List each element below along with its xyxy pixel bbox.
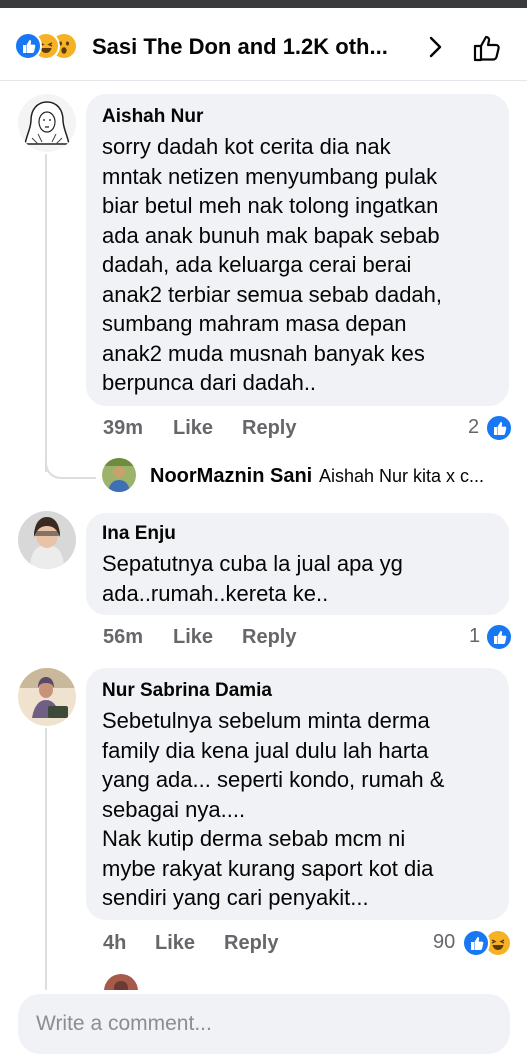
reactions-title[interactable]: Sasi The Don and 1.2K oth... (92, 34, 388, 60)
comment-time: 56m (103, 626, 144, 648)
comment-time: 39m (103, 417, 144, 439)
avatar (102, 458, 136, 492)
reply-snippet: Aishah Nur kita x c... (319, 466, 485, 486)
top-edge (0, 0, 527, 8)
reaction-count[interactable]: 90 (433, 931, 455, 954)
reply-author: NoorMaznin Sani (150, 465, 313, 487)
comment-text: Sebetulnya sebelum minta derma family di… (102, 708, 445, 910)
comment-thread: Aishah Nur sorry dadah kot cerita dia na… (0, 80, 527, 990)
commenter-name[interactable]: Nur Sabrina Damia (102, 680, 272, 702)
comment-text: sorry dadah kot cerita dia nak mntak net… (102, 134, 443, 395)
avatar[interactable] (18, 94, 76, 152)
comment-input[interactable] (18, 994, 510, 1054)
commenter-name[interactable]: Ina Enju (102, 523, 176, 545)
reaction-count[interactable]: 1 (469, 625, 480, 648)
like-icon (485, 623, 513, 651)
comment-text: Sepatutnya cuba la jual apa yg ada..ruma… (102, 551, 403, 606)
thumbs-up-icon[interactable] (470, 30, 506, 66)
reply-button[interactable]: Reply (224, 932, 278, 955)
thread-line (45, 154, 47, 472)
reply-preview[interactable]: NoorMaznin Sani Aishah Nur kita x c... (102, 454, 522, 494)
reaction-count[interactable]: 2 (468, 416, 479, 439)
commenter-name[interactable]: Aishah Nur (102, 106, 203, 128)
comment-composer (0, 990, 527, 1054)
like-button[interactable]: Like (173, 417, 213, 440)
like-icon (462, 929, 490, 957)
like-button[interactable]: Like (155, 932, 195, 955)
avatar[interactable] (18, 668, 76, 726)
comment-bubble[interactable]: Aishah Nur sorry dadah kot cerita dia na… (86, 94, 509, 406)
chevron-right-icon[interactable] (422, 34, 448, 60)
like-icon (485, 414, 513, 442)
like-icon (14, 32, 42, 60)
comment-bubble[interactable]: Ina Enju Sepatutnya cuba la jual apa yg … (86, 513, 509, 615)
comment-time: 4h (103, 932, 127, 954)
avatar[interactable] (18, 511, 76, 569)
reactions-header[interactable]: Sasi The Don and 1.2K oth... (0, 8, 527, 81)
reply-button[interactable]: Reply (242, 417, 296, 440)
comment-bubble[interactable]: Nur Sabrina Damia Sebetulnya sebelum min… (86, 668, 509, 920)
avatar (104, 974, 138, 990)
reply-button[interactable]: Reply (242, 626, 296, 649)
reply-connector (45, 450, 96, 479)
like-button[interactable]: Like (173, 626, 213, 649)
thread-line (45, 728, 47, 990)
